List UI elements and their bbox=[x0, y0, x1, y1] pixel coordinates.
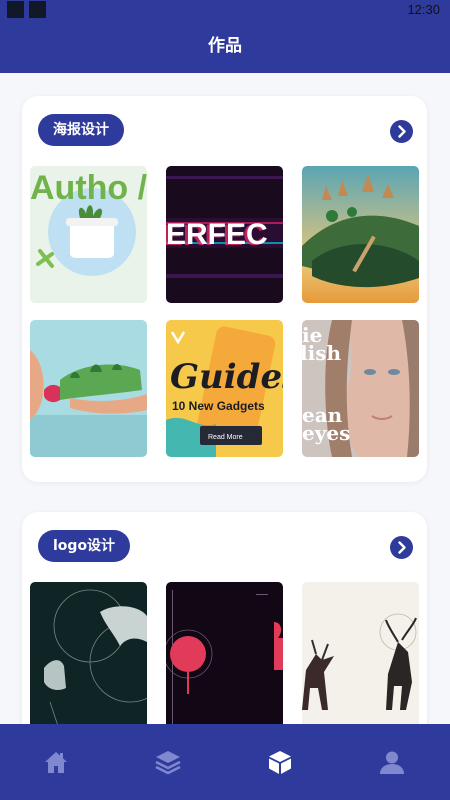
app-bar: 作品 bbox=[0, 20, 450, 73]
status-bar: 12:30 bbox=[0, 0, 450, 20]
section-title-pill[interactable]: 海报设计 bbox=[38, 114, 124, 146]
status-time: 12:30 bbox=[407, 2, 440, 17]
poster-thumb-island[interactable] bbox=[302, 166, 419, 303]
user-icon bbox=[380, 751, 404, 774]
poster-text: eyes bbox=[302, 421, 350, 445]
poster-thumb-authors[interactable]: Autho /lam/ bbox=[30, 166, 147, 303]
glitch-text: ERFEC bbox=[166, 218, 268, 251]
notification-icon bbox=[7, 1, 24, 18]
poster-text-authors: Autho /lam/ bbox=[30, 169, 147, 207]
guides-title: Guides bbox=[170, 357, 283, 397]
logo-section-card: logo设计 bbox=[22, 512, 427, 742]
tab-profile[interactable] bbox=[336, 724, 448, 800]
tab-works[interactable] bbox=[224, 724, 336, 800]
tab-home[interactable] bbox=[0, 724, 112, 800]
box-icon bbox=[269, 751, 291, 774]
poster-thumb-glitch[interactable]: ERFEC ERFEC bbox=[166, 166, 283, 303]
poster-thumb-guides[interactable]: Guides 10 New Gadgets Read More bbox=[166, 320, 283, 457]
poster-thumb-drink[interactable] bbox=[30, 320, 147, 457]
logo-thumb-balloon[interactable] bbox=[166, 582, 283, 742]
bottom-tab-bar bbox=[0, 724, 450, 800]
logo-thumb-deer[interactable] bbox=[302, 582, 419, 742]
tab-layers[interactable] bbox=[112, 724, 224, 800]
guides-read-more: Read More bbox=[208, 434, 243, 441]
home-icon bbox=[45, 752, 67, 773]
layers-icon bbox=[155, 751, 181, 775]
logo-thumb-wolf[interactable] bbox=[30, 582, 147, 742]
section-title-pill[interactable]: logo设计 bbox=[38, 530, 131, 562]
page-title: 作品 bbox=[208, 36, 242, 56]
notification-icon bbox=[29, 1, 46, 18]
poster-thumb-ocean-eyes[interactable]: ie lish ean eyes bbox=[302, 320, 419, 457]
more-arrow-icon[interactable] bbox=[390, 120, 413, 143]
poster-section-card: 海报设计 Autho /lam/ ERFEC ERFEC bbox=[22, 96, 427, 482]
more-arrow-icon[interactable] bbox=[390, 536, 413, 559]
guides-subtitle: 10 New Gadgets bbox=[172, 399, 265, 413]
poster-text: lish bbox=[302, 341, 341, 365]
